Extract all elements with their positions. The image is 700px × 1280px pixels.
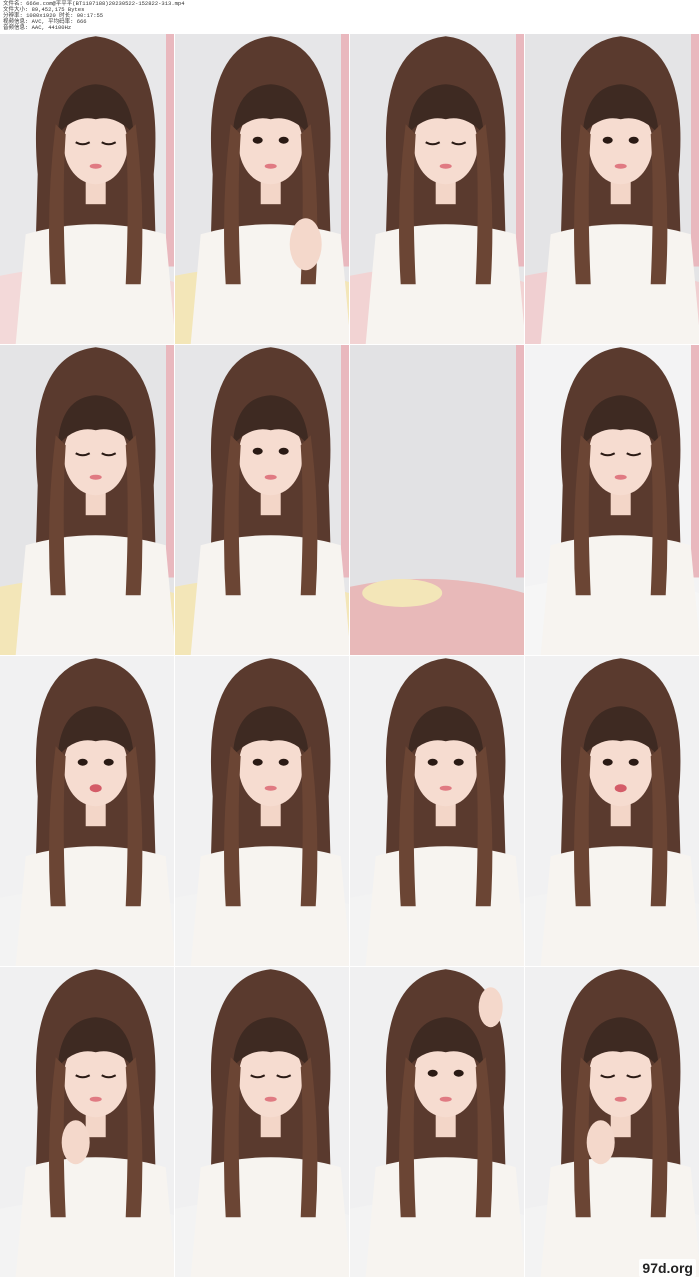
video-thumbnail	[350, 345, 524, 655]
video-thumbnail	[525, 34, 699, 344]
video-thumbnail	[350, 967, 524, 1277]
video-thumbnail	[175, 656, 349, 966]
thumbnail-image	[175, 656, 349, 966]
thumbnail-image	[175, 345, 349, 655]
video-thumbnail	[175, 345, 349, 655]
thumbnail-image	[0, 967, 174, 1277]
video-thumbnail	[0, 345, 174, 655]
thumbnail-image	[350, 34, 524, 344]
video-thumbnail	[0, 656, 174, 966]
thumbnail-grid	[0, 34, 700, 1280]
video-thumbnail	[0, 967, 174, 1277]
thumbnail-image	[525, 656, 699, 966]
audio-info-line: 音频信息: AAC, 44100Hz	[3, 24, 72, 31]
video-thumbnail	[175, 967, 349, 1277]
video-thumbnail	[350, 34, 524, 344]
video-thumbnail	[525, 656, 699, 966]
thumbnail-image	[525, 34, 699, 344]
thumbnail-image	[0, 345, 174, 655]
file-info-header: 文件名: 666e.com@平平平(BT1107188)20230522-152…	[0, 0, 700, 34]
thumbnail-image	[175, 967, 349, 1277]
thumbnail-image	[0, 34, 174, 344]
thumbnail-image	[350, 656, 524, 966]
video-thumbnail	[350, 656, 524, 966]
thumbnail-image	[350, 345, 524, 655]
video-thumbnail	[525, 345, 699, 655]
thumbnail-image	[350, 967, 524, 1277]
thumbnail-image	[175, 34, 349, 344]
thumbnail-image	[525, 967, 699, 1277]
site-watermark: 97d.org	[639, 1259, 696, 1277]
thumbnail-image	[0, 656, 174, 966]
video-thumbnail	[525, 967, 699, 1277]
video-thumbnail	[0, 34, 174, 344]
thumbnail-image	[525, 345, 699, 655]
video-thumbnail	[175, 34, 349, 344]
